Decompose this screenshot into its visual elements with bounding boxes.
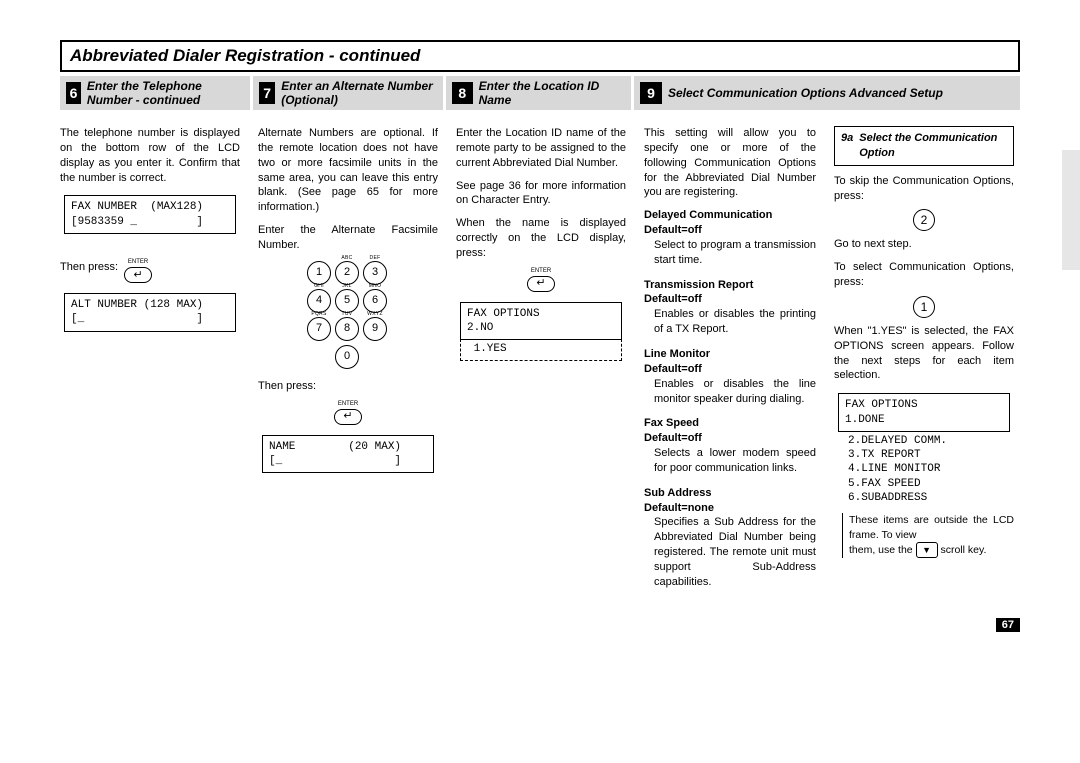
content-columns: The telephone number is displayed on the… [60,126,1020,600]
opt-line-d: Default=off [644,362,816,377]
step-8-header: 8 Enter the Location ID Name [446,76,631,110]
opt-speed-h: Fax Speed [644,416,816,431]
key-2-button[interactable]: 2 [913,209,935,231]
then-press-row: Then press: ENTER ↵ [60,252,240,283]
col5-p3: To select Communication Options, press: [834,260,1014,290]
opt-speed: Fax Speed Default=off Selects a lower mo… [644,416,816,475]
lcd-alt-number: ALT NUMBER (128 MAX) [_ ] [64,293,236,332]
scroll-down-icon[interactable]: ▼ [916,542,938,558]
column-4: This setting will allow you to specify o… [644,126,816,600]
col3-p2: See page 36 for more information on Char… [456,179,626,209]
opt-line-h: Line Monitor [644,347,816,362]
sub-9a-num: 9a [841,131,853,161]
opt-delayed-b: Select to program a transmission start t… [644,238,816,268]
col1-p1: The telephone number is displayed on the… [60,126,240,185]
opt-speed-b: Selects a lower modem speed for poor com… [644,446,816,476]
then-press-2: Then press: [258,379,438,394]
step-9-label: Select Communication Options Advanced Se… [668,86,943,100]
opt-delayed-d: Default=off [644,223,816,238]
opt-tx: Transmission Report Default=off Enables … [644,278,816,337]
opt-speed-d: Default=off [644,431,816,446]
column-2: Alternate Numbers are optional. If the r… [258,126,438,483]
col5-p4: When "1.YES" is selected, the FAX OPTION… [834,324,1014,383]
enter-label-2: ENTER [338,400,358,408]
step-6-header: 6 Enter the Telephone Number - continued [60,76,250,110]
col5-p2: Go to next step. [834,237,1014,252]
page-number: 67 [996,618,1020,632]
col5-p1: To skip the Communication Options, press… [834,174,1014,204]
lcd-fax-options-done: FAX OPTIONS 1.DONE [838,393,1010,432]
key-1[interactable]: 1 [307,261,331,285]
enter-button-3[interactable]: ↵ [527,276,555,292]
opt-sub: Sub Address Default=none Specifies a Sub… [644,486,816,590]
step-num-6: 6 [66,82,81,104]
lcd-name: NAME (20 MAX) [_ ] [262,435,434,474]
step-8-label: Enter the Location ID Name [479,79,625,107]
then-press-label: Then press: [60,260,118,275]
opt-sub-b: Specifies a Sub Address for the Abbrevia… [644,515,816,589]
key-7[interactable]: PQRS7 [307,317,331,341]
opt-delayed: Delayed Communication Default=off Select… [644,208,816,267]
col3-p3: When the name is displayed correctly on … [456,216,626,261]
column-1: The telephone number is displayed on the… [60,126,240,342]
sub-9a-label: Select the Communication Option [859,131,1007,161]
step-num-8: 8 [452,82,473,104]
key-9[interactable]: WXYZ9 [363,317,387,341]
opt-line: Line Monitor Default=off Enables or disa… [644,347,816,406]
col2-p1: Alternate Numbers are optional. If the r… [258,126,438,215]
steps-row: 6 Enter the Telephone Number - continued… [60,76,1020,110]
opt-tx-h: Transmission Report [644,278,816,293]
col4-intro: This setting will allow you to specify o… [644,126,816,200]
col3-p1: Enter the Location ID name of the remote… [456,126,626,171]
key-6[interactable]: MNO6 [363,289,387,313]
column-5: 9a Select the Communication Option To sk… [834,126,1014,558]
step-6-label: Enter the Telephone Number - continued [87,79,244,107]
sub-9a-header: 9a Select the Communication Option [834,126,1014,166]
key-2[interactable]: ABC2 [335,261,359,285]
enter-label-3: ENTER [531,267,551,275]
note2a: them, use the [849,543,916,555]
step-7-header: 7 Enter an Alternate Number (Optional) [253,76,443,110]
opt-sub-d: Default=none [644,501,816,516]
lcd-fax-options-extra: 2.DELAYED COMM. 3.TX REPORT 4.LINE MONIT… [848,434,1010,505]
scroll-note: These items are outside the LCD frame. T… [842,513,1014,557]
lcd-fax-options-yes: 1.YES [460,339,622,361]
opt-line-b: Enables or disables the line monitor spe… [644,377,816,407]
step-7-label: Enter an Alternate Number (Optional) [281,79,437,107]
note2b: scroll key. [940,543,986,555]
enter-button-2[interactable]: ↵ [334,409,362,425]
keypad: 1 ABC2 DEF3 GHI4 JKL5 MNO6 PQRS7 TUV8 WX… [307,261,389,371]
step-num-9: 9 [640,82,662,104]
lcd-fax-options: FAX OPTIONS 2.NO [460,302,622,341]
key-8[interactable]: TUV8 [335,317,359,341]
col2-p2: Enter the Alternate Facsimile Number. [258,223,438,253]
opt-tx-b: Enables or disables the printing of a TX… [644,307,816,337]
page-title: Abbreviated Dialer Registration - contin… [60,40,1020,72]
opt-tx-d: Default=off [644,292,816,307]
step-9-header: 9 Select Communication Options Advanced … [634,76,1020,110]
note1: These items are outside the LCD frame. T… [849,514,1014,540]
enter-label: ENTER [128,258,148,266]
opt-delayed-h: Delayed Communication [644,208,816,223]
key-3[interactable]: DEF3 [363,261,387,285]
column-3: Enter the Location ID name of the remote… [456,126,626,361]
enter-button[interactable]: ↵ [124,267,152,283]
lcd-fax-number: FAX NUMBER (MAX128) [9583359 _ ] [64,195,236,234]
key-5[interactable]: JKL5 [335,289,359,313]
step-num-7: 7 [259,82,275,104]
key-1-button[interactable]: 1 [913,296,935,318]
opt-sub-h: Sub Address [644,486,816,501]
key-0[interactable]: 0 [335,345,359,369]
key-4[interactable]: GHI4 [307,289,331,313]
side-tab [1062,150,1080,270]
